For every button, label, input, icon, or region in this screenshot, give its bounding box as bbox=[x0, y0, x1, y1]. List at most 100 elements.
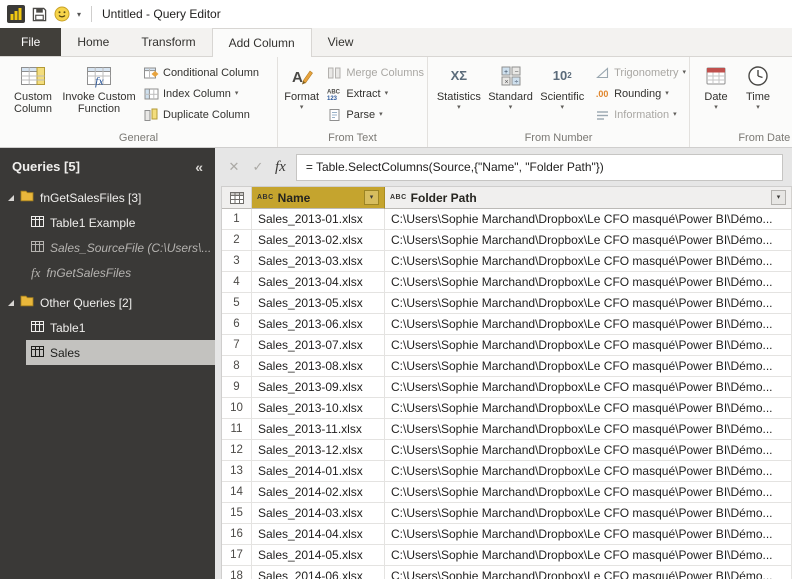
cell-name[interactable]: Sales_2014-04.xlsx bbox=[252, 524, 385, 545]
cell-name[interactable]: Sales_2014-03.xlsx bbox=[252, 503, 385, 524]
collapse-pane-icon[interactable]: « bbox=[195, 159, 203, 175]
cell-folder-path[interactable]: C:\Users\Sophie Marchand\Dropbox\Le CFO … bbox=[385, 272, 792, 293]
statistics-button[interactable]: XΣ Statistics ▾ bbox=[433, 60, 485, 112]
cell-name[interactable]: Sales_2014-06.xlsx bbox=[252, 566, 385, 579]
cell-name[interactable]: Sales_2013-10.xlsx bbox=[252, 398, 385, 419]
cell-name[interactable]: Sales_2014-02.xlsx bbox=[252, 482, 385, 503]
cell-folder-path[interactable]: C:\Users\Sophie Marchand\Dropbox\Le CFO … bbox=[385, 209, 792, 230]
save-icon[interactable] bbox=[32, 7, 47, 22]
cell-folder-path[interactable]: C:\Users\Sophie Marchand\Dropbox\Le CFO … bbox=[385, 482, 792, 503]
tab-add-column[interactable]: Add Column bbox=[212, 28, 312, 57]
cell-name[interactable]: Sales_2013-07.xlsx bbox=[252, 335, 385, 356]
extract-button[interactable]: ABC123 Extract ▾ bbox=[326, 83, 424, 104]
tab-home[interactable]: Home bbox=[61, 28, 125, 56]
cell-folder-path[interactable]: C:\Users\Sophie Marchand\Dropbox\Le CFO … bbox=[385, 314, 792, 335]
cell-folder-path[interactable]: C:\Users\Sophie Marchand\Dropbox\Le CFO … bbox=[385, 503, 792, 524]
cell-name[interactable]: Sales_2013-03.xlsx bbox=[252, 251, 385, 272]
cancel-formula-icon[interactable]: ✕ bbox=[223, 159, 245, 175]
table-menu-button[interactable] bbox=[222, 187, 252, 209]
merge-columns-button[interactable]: Merge Columns bbox=[326, 62, 424, 83]
filter-button[interactable]: ▾ bbox=[364, 190, 379, 205]
filter-button[interactable]: ▾ bbox=[771, 190, 786, 205]
cell-folder-path[interactable]: C:\Users\Sophie Marchand\Dropbox\Le CFO … bbox=[385, 335, 792, 356]
tree-expand-icon[interactable] bbox=[8, 195, 14, 201]
scientific-button[interactable]: 102 Scientific ▾ bbox=[536, 60, 588, 112]
tree-item-table1[interactable]: Table1 bbox=[26, 315, 215, 340]
cell-folder-path[interactable]: C:\Users\Sophie Marchand\Dropbox\Le CFO … bbox=[385, 545, 792, 566]
trigonometry-button[interactable]: Trigonometry ▾ bbox=[594, 62, 686, 83]
cell-name[interactable]: Sales_2013-05.xlsx bbox=[252, 293, 385, 314]
row-number[interactable]: 2 bbox=[222, 230, 252, 251]
cell-folder-path[interactable]: C:\Users\Sophie Marchand\Dropbox\Le CFO … bbox=[385, 377, 792, 398]
feedback-smiley-icon[interactable] bbox=[54, 6, 70, 22]
cell-folder-path[interactable]: C:\Users\Sophie Marchand\Dropbox\Le CFO … bbox=[385, 440, 792, 461]
column-header-name[interactable]: ABC Name ▾ bbox=[252, 187, 385, 209]
row-number[interactable]: 3 bbox=[222, 251, 252, 272]
tree-item-sales[interactable]: Sales bbox=[26, 340, 215, 365]
time-button[interactable]: Time ▾ bbox=[737, 60, 779, 112]
tree-folder-other-queries[interactable]: Other Queries [2] bbox=[0, 290, 215, 315]
cell-folder-path[interactable]: C:\Users\Sophie Marchand\Dropbox\Le CFO … bbox=[385, 356, 792, 377]
information-button[interactable]: Information ▾ bbox=[594, 104, 686, 125]
row-number[interactable]: 1 bbox=[222, 209, 252, 230]
cell-folder-path[interactable]: C:\Users\Sophie Marchand\Dropbox\Le CFO … bbox=[385, 524, 792, 545]
tree-expand-icon[interactable] bbox=[8, 300, 14, 306]
cell-name[interactable]: Sales_2013-08.xlsx bbox=[252, 356, 385, 377]
cell-folder-path[interactable]: C:\Users\Sophie Marchand\Dropbox\Le CFO … bbox=[385, 419, 792, 440]
tree-folder-fngetsalesfiles[interactable]: fnGetSalesFiles [3] bbox=[0, 185, 215, 210]
standard-button[interactable]: +−×÷ Standard ▾ bbox=[485, 60, 537, 112]
row-number[interactable]: 18 bbox=[222, 566, 252, 579]
column-header-folder-path[interactable]: ABC Folder Path ▾ bbox=[385, 187, 792, 209]
rounding-button[interactable]: .00 Rounding ▾ bbox=[594, 83, 686, 104]
row-number[interactable]: 12 bbox=[222, 440, 252, 461]
row-number[interactable]: 15 bbox=[222, 503, 252, 524]
row-number[interactable]: 16 bbox=[222, 524, 252, 545]
duplicate-column-button[interactable]: Duplicate Column bbox=[143, 104, 259, 125]
row-number[interactable]: 7 bbox=[222, 335, 252, 356]
commit-formula-icon[interactable]: ✓ bbox=[247, 159, 269, 175]
cell-folder-path[interactable]: C:\Users\Sophie Marchand\Dropbox\Le CFO … bbox=[385, 230, 792, 251]
tree-item-fngetsalesfiles-function[interactable]: fx fnGetSalesFiles bbox=[26, 260, 215, 285]
chevron-down-icon: ▾ bbox=[235, 90, 239, 98]
row-number[interactable]: 13 bbox=[222, 461, 252, 482]
format-button[interactable]: A Format ▾ bbox=[283, 60, 320, 112]
date-button[interactable]: Date ▾ bbox=[695, 60, 737, 112]
conditional-column-button[interactable]: Conditional Column bbox=[143, 62, 259, 83]
cell-folder-path[interactable]: C:\Users\Sophie Marchand\Dropbox\Le CFO … bbox=[385, 293, 792, 314]
row-number[interactable]: 11 bbox=[222, 419, 252, 440]
tree-item-table1-example[interactable]: Table1 Example bbox=[26, 210, 215, 235]
row-number[interactable]: 10 bbox=[222, 398, 252, 419]
index-column-button[interactable]: Index Column ▾ bbox=[143, 83, 259, 104]
row-number[interactable]: 4 bbox=[222, 272, 252, 293]
row-number[interactable]: 8 bbox=[222, 356, 252, 377]
cell-name[interactable]: Sales_2013-04.xlsx bbox=[252, 272, 385, 293]
parse-button[interactable]: Parse ▾ bbox=[326, 104, 424, 125]
row-number[interactable]: 14 bbox=[222, 482, 252, 503]
function-fx-icon: fx bbox=[31, 266, 40, 279]
cell-name[interactable]: Sales_2013-02.xlsx bbox=[252, 230, 385, 251]
row-number[interactable]: 5 bbox=[222, 293, 252, 314]
row-number[interactable]: 6 bbox=[222, 314, 252, 335]
invoke-custom-function-button[interactable]: fx Invoke Custom Function bbox=[61, 60, 137, 115]
custom-column-button[interactable]: Custom Column bbox=[5, 60, 61, 115]
cell-name[interactable]: Sales_2014-01.xlsx bbox=[252, 461, 385, 482]
cell-name[interactable]: Sales_2013-12.xlsx bbox=[252, 440, 385, 461]
tree-item-sales-sourcefile[interactable]: Sales_SourceFile (C:\Users\... bbox=[26, 235, 215, 260]
cell-folder-path[interactable]: C:\Users\Sophie Marchand\Dropbox\Le CFO … bbox=[385, 398, 792, 419]
cell-name[interactable]: Sales_2013-11.xlsx bbox=[252, 419, 385, 440]
row-number[interactable]: 9 bbox=[222, 377, 252, 398]
cell-name[interactable]: Sales_2013-09.xlsx bbox=[252, 377, 385, 398]
cell-folder-path[interactable]: C:\Users\Sophie Marchand\Dropbox\Le CFO … bbox=[385, 461, 792, 482]
tab-file[interactable]: File bbox=[0, 28, 61, 56]
formula-input[interactable]: = Table.SelectColumns(Source,{"Name", "F… bbox=[296, 154, 783, 181]
tab-transform[interactable]: Transform bbox=[125, 28, 211, 56]
row-number[interactable]: 17 bbox=[222, 545, 252, 566]
cell-name[interactable]: Sales_2013-06.xlsx bbox=[252, 314, 385, 335]
query-label: Sales bbox=[50, 346, 80, 360]
cell-name[interactable]: Sales_2014-05.xlsx bbox=[252, 545, 385, 566]
tab-view[interactable]: View bbox=[312, 28, 370, 56]
toolbar-options-chevron-icon[interactable]: ▾ bbox=[77, 10, 81, 19]
cell-name[interactable]: Sales_2013-01.xlsx bbox=[252, 209, 385, 230]
cell-folder-path[interactable]: C:\Users\Sophie Marchand\Dropbox\Le CFO … bbox=[385, 251, 792, 272]
cell-folder-path[interactable]: C:\Users\Sophie Marchand\Dropbox\Le CFO … bbox=[385, 566, 792, 579]
